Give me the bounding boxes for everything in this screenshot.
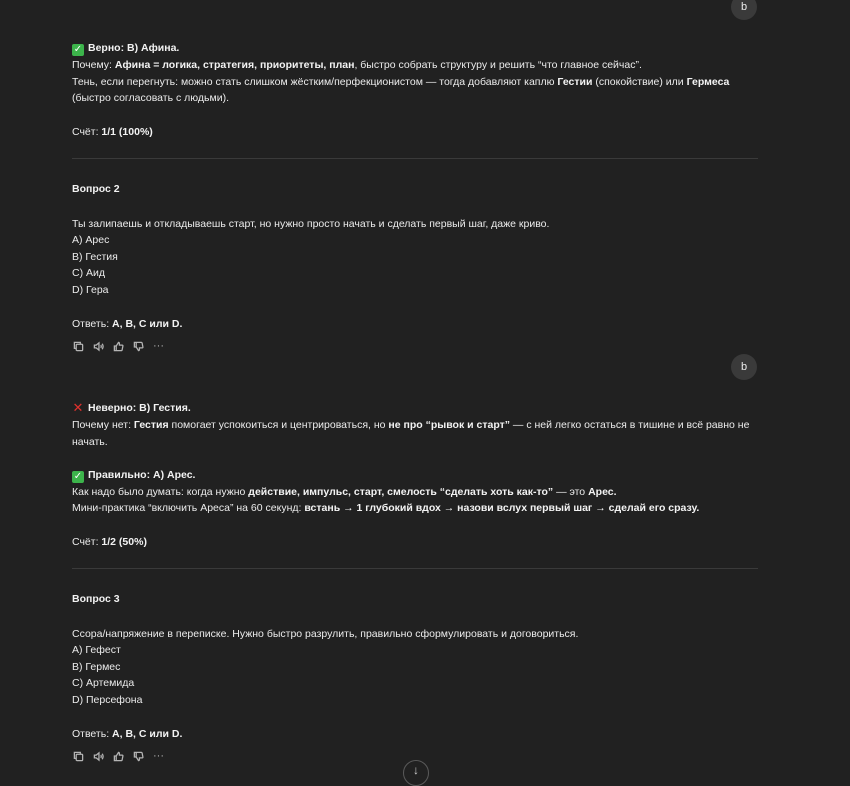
option-b: B) Гермес [72, 661, 121, 673]
answer2-practice: Мини-практика “включить Ареса” на 60 сек… [72, 502, 700, 514]
copy-icon[interactable] [72, 750, 85, 763]
user-avatar: b [731, 0, 757, 20]
option-b: B) Гестия [72, 251, 118, 263]
option-c: C) Аид [72, 267, 105, 279]
answer2-why-cont: начать. [72, 436, 108, 448]
question2-title: Вопрос 2 [72, 183, 120, 195]
more-icon[interactable]: ··· [152, 750, 165, 763]
scroll-down-button[interactable]: ↓ [403, 760, 429, 786]
divider [72, 568, 758, 569]
question2-prompt: Ответь: A, B, C или D. [72, 318, 183, 330]
message-actions: ··· [72, 340, 165, 353]
divider [72, 158, 758, 159]
thumbs-up-icon[interactable] [112, 340, 125, 353]
cross-icon: ✕ [72, 400, 84, 415]
thumbs-down-icon[interactable] [132, 340, 145, 353]
answer1-shadow-cont: (быстро согласовать с людьми). [72, 92, 229, 104]
copy-icon[interactable] [72, 340, 85, 353]
user-avatar: b [731, 354, 757, 380]
answer2-think: Как надо было думать: когда нужно действ… [72, 486, 617, 498]
speaker-icon[interactable] [92, 750, 105, 763]
answer2-why: Почему нет: Гестия помогает успокоиться … [72, 419, 750, 431]
answer1-shadow: Тень, если перегнуть: можно стать слишко… [72, 76, 730, 88]
option-d: D) Персефона [72, 694, 143, 706]
question2-text: Ты залипаешь и откладываешь старт, но ну… [72, 218, 550, 230]
question3-text: Ссора/напряжение в переписке. Нужно быст… [72, 628, 579, 640]
answer2-verdict: ✕ Неверно: B) Гестия. [72, 400, 191, 415]
option-a: A) Гефест [72, 644, 121, 656]
check-icon: ✓ [72, 44, 84, 56]
answer2-score: Счёт: 1/2 (50%) [72, 536, 147, 548]
thumbs-up-icon[interactable] [112, 750, 125, 763]
question3-prompt: Ответь: A, B, C или D. [72, 728, 183, 740]
option-a: A) Арес [72, 234, 110, 246]
check-icon: ✓ [72, 471, 84, 483]
speaker-icon[interactable] [92, 340, 105, 353]
arrow-down-icon: ↓ [413, 763, 419, 777]
thumbs-down-icon[interactable] [132, 750, 145, 763]
option-c: C) Артемида [72, 677, 135, 689]
more-icon[interactable]: ··· [152, 340, 165, 353]
answer1-why: Почему: Афина = логика, стратегия, приор… [72, 59, 642, 71]
answer1-score: Счёт: 1/1 (100%) [72, 126, 153, 138]
answer2-correct: ✓ Правильно: A) Арес. [72, 469, 196, 483]
answer1-verdict: ✓ Верно: B) Афина. [72, 42, 180, 56]
option-d: D) Гера [72, 284, 109, 296]
message-actions: ··· [72, 750, 165, 763]
question3-title: Вопрос 3 [72, 593, 120, 605]
